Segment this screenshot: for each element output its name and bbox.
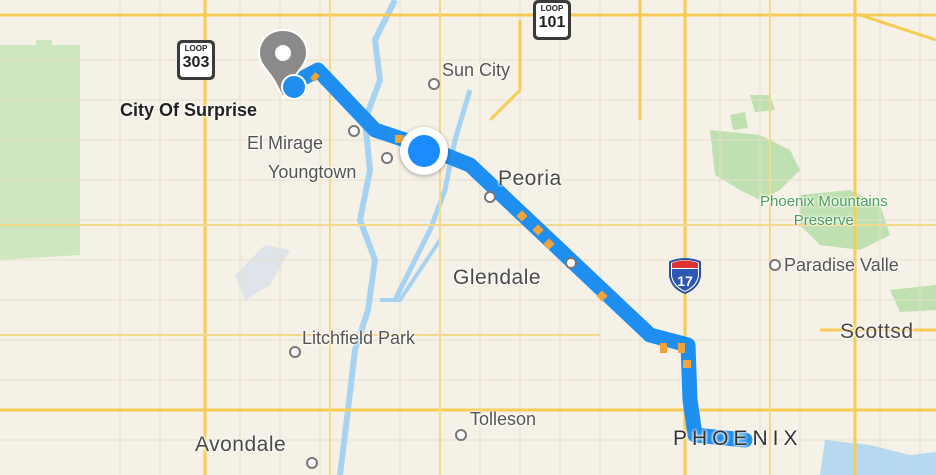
- label-phoenix[interactable]: PHOENIX: [673, 427, 803, 451]
- glendale-dot: [565, 257, 577, 269]
- current-location-dot: [408, 135, 440, 167]
- interstate-17-number: 17: [677, 273, 693, 289]
- label-scottsdale[interactable]: Scottsd: [840, 320, 914, 344]
- label-avondale[interactable]: Avondale: [195, 433, 286, 457]
- label-city-of-surprise[interactable]: City Of Surprise: [120, 100, 257, 121]
- park-label-line1: Phoenix Mountains: [760, 193, 888, 210]
- river-agua-fria: [337, 0, 398, 475]
- label-litchfield-park[interactable]: Litchfield Park: [302, 328, 415, 349]
- paradise-valley-dot: [769, 259, 781, 271]
- label-tolleson[interactable]: Tolleson: [470, 409, 536, 430]
- label-paradise-valley[interactable]: Paradise Valle: [784, 255, 899, 276]
- loop-303-shield: LOOP 303: [177, 40, 215, 80]
- loop-303-shield-number: 303: [182, 54, 210, 71]
- park-small-2: [890, 285, 936, 312]
- park-area-west: [0, 45, 80, 260]
- route-line: [282, 62, 753, 448]
- label-youngtown[interactable]: Youngtown: [268, 162, 356, 183]
- tolleson-dot: [455, 429, 467, 441]
- lake: [820, 440, 936, 475]
- label-el-mirage[interactable]: El Mirage: [247, 133, 323, 154]
- destination-pin-center: [275, 45, 291, 61]
- peoria-dot: [484, 191, 496, 203]
- airfield-area: [235, 245, 290, 300]
- label-glendale[interactable]: Glendale: [453, 266, 541, 290]
- loop-303-shield-label: LOOP: [184, 44, 208, 53]
- loop-101-shield: LOOP 101: [533, 0, 571, 40]
- destination-endpoint: [281, 74, 307, 100]
- loop-101-shield-number: 101: [538, 14, 566, 31]
- park-area-west-strip: [36, 40, 52, 75]
- el-mirage-dot: [348, 125, 360, 137]
- youngtown-dot: [381, 152, 393, 164]
- loop-101-shield-label: LOOP: [540, 4, 564, 13]
- map-view[interactable]: City Of Surprise Sun City El Mirage Youn…: [0, 0, 936, 475]
- label-phoenix-mountains-preserve[interactable]: Phoenix Mountains Preserve: [760, 192, 888, 230]
- sun-city-dot: [428, 78, 440, 90]
- park-label-line2: Preserve: [793, 212, 854, 229]
- litchfield-park-dot: [289, 346, 301, 358]
- label-peoria[interactable]: Peoria: [498, 167, 562, 191]
- park-small-3: [730, 112, 748, 130]
- avondale-dot: [306, 457, 318, 469]
- interstate-17-shield: 17: [669, 258, 701, 294]
- park-small-1: [750, 95, 775, 112]
- current-location-marker[interactable]: [400, 127, 448, 175]
- label-sun-city[interactable]: Sun City: [442, 60, 510, 81]
